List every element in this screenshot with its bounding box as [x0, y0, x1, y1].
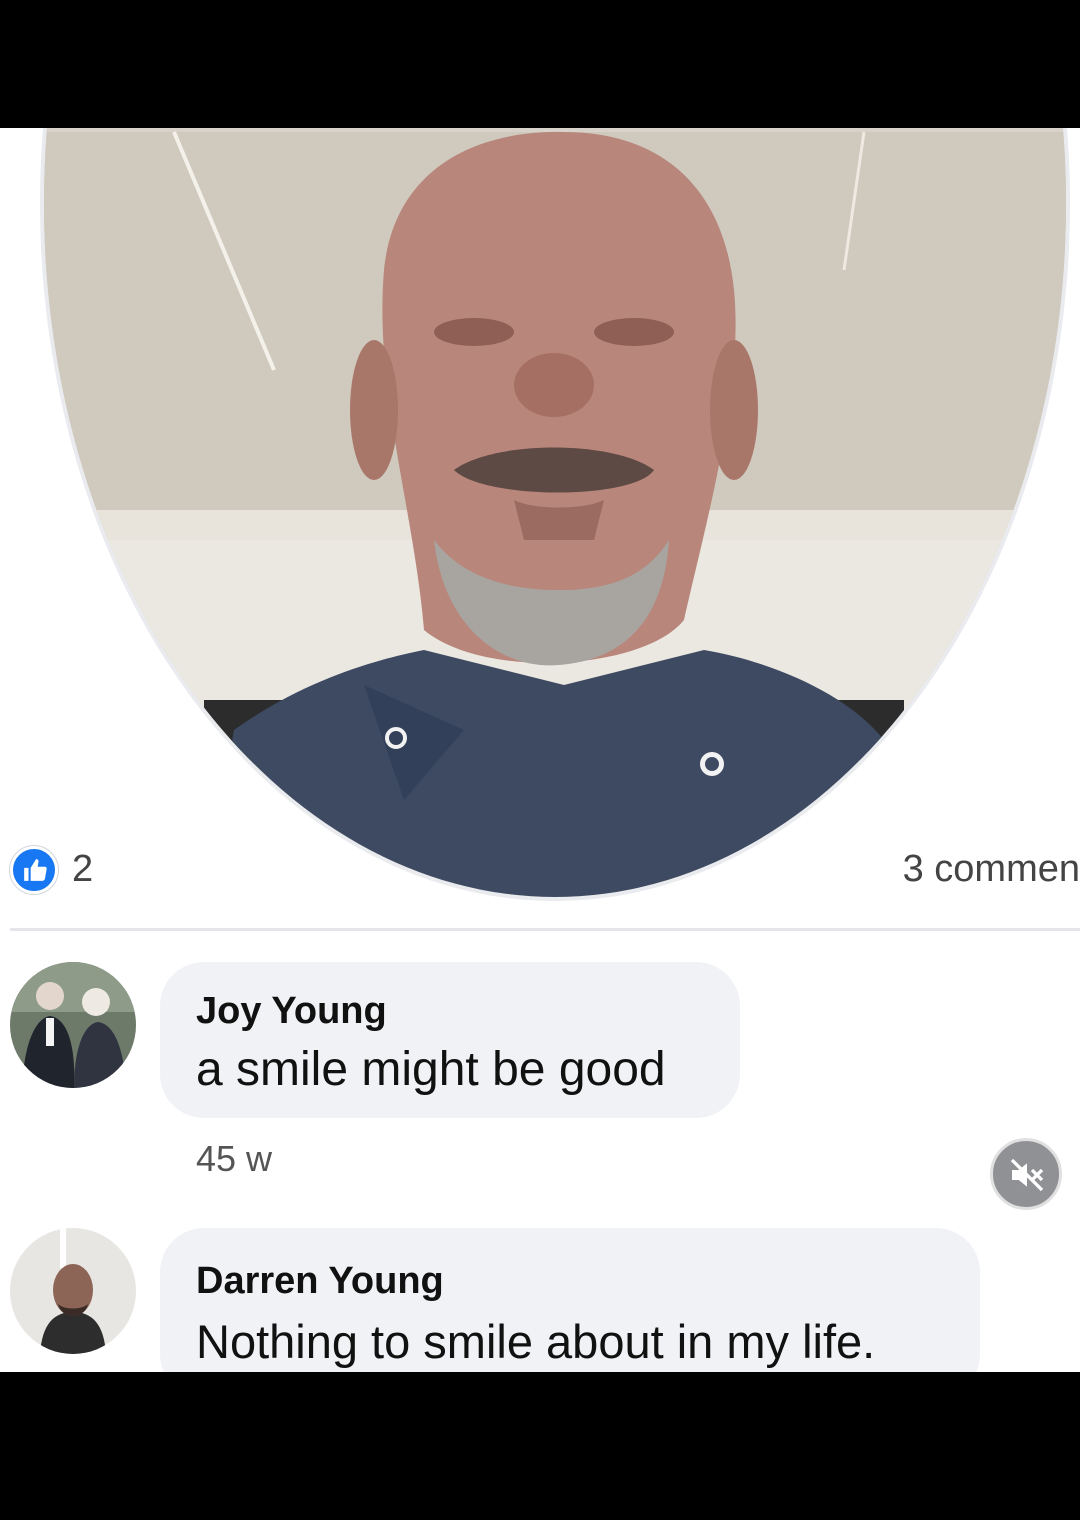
divider [10, 928, 1080, 931]
profile-photo[interactable] [40, 128, 1070, 901]
comment-author[interactable]: Darren Young [196, 1260, 444, 1303]
comment-bubble[interactable]: Darren Young Nothing to smile about in m… [160, 1228, 980, 1372]
comment-count[interactable]: 3 commen [903, 848, 1080, 891]
comment-item: Joy Young a smile might be good 45 w [0, 958, 1080, 1188]
avatar[interactable] [10, 962, 136, 1088]
comment-bubble[interactable]: Joy Young a smile might be good [160, 962, 740, 1118]
comment-text: a smile might be good [196, 1043, 666, 1096]
post-screen: 2 3 commen Joy Young a smile might be go… [0, 128, 1080, 1372]
comment-text: Nothing to smile about in my life. [196, 1315, 876, 1368]
comment-timestamp[interactable]: 45 w [196, 1138, 272, 1180]
comment-item: Darren Young Nothing to smile about in m… [0, 1224, 1080, 1372]
mute-button[interactable] [990, 1138, 1062, 1210]
avatar[interactable] [10, 1228, 136, 1354]
comment-author[interactable]: Joy Young [196, 990, 387, 1033]
reactions-row: 2 3 commen [0, 840, 1080, 900]
profile-photo-image [44, 128, 1066, 897]
like-count[interactable]: 2 [72, 848, 93, 891]
speaker-muted-icon [1010, 1158, 1044, 1192]
thumbs-up-icon[interactable] [10, 846, 58, 894]
